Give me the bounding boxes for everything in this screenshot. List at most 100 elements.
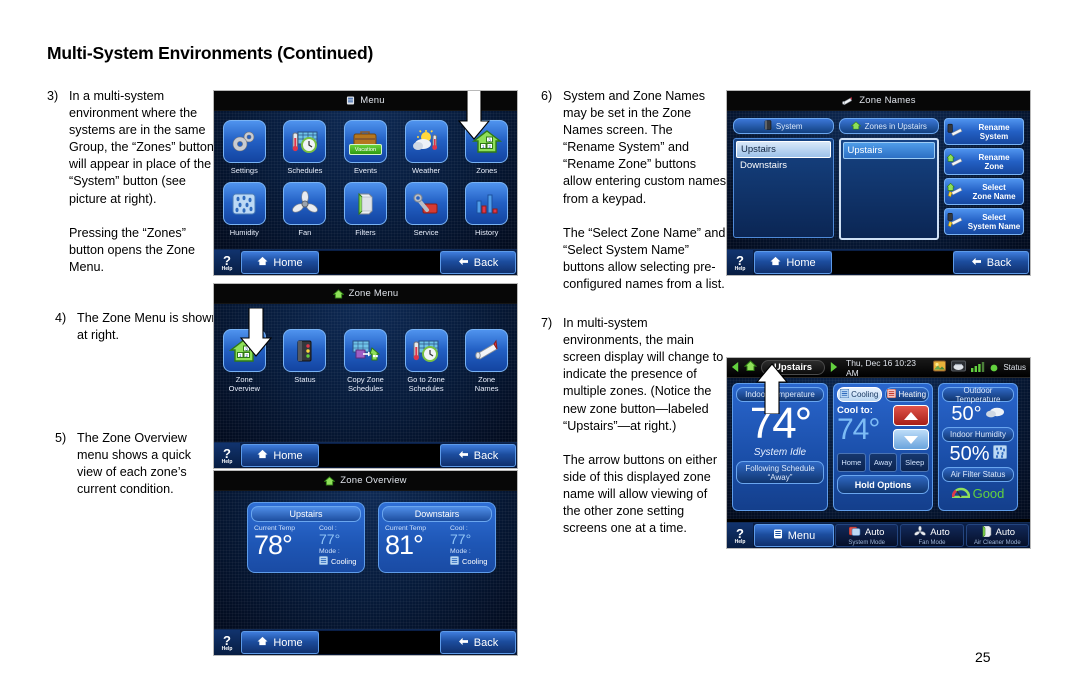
vacation-badge: Vacation [348,144,382,155]
status-icons: Status [933,359,1026,377]
select-system-name-button[interactable]: Select System Name [944,208,1024,235]
vacation-status-icon[interactable] [933,359,947,377]
help-button[interactable]: ? Help [214,250,240,275]
back-label: Back [986,256,1012,269]
system-list[interactable]: Upstairs Downstairs [733,138,834,238]
tab-heating-label: Heating [898,390,927,399]
system-mode-button[interactable]: Auto System Mode [835,524,899,547]
increase-setpoint-button[interactable] [893,405,929,426]
help-button[interactable]: ? Help [214,630,240,655]
system-column: System Upstairs Downstairs [733,118,834,240]
menu-tile-service[interactable]: Service [398,182,454,237]
right-text-column: 6) System and Zone Names may be set in t… [541,88,727,537]
equipment-icon [764,120,772,132]
menu-tile-fan[interactable]: Fan [277,182,333,237]
select-zone-name-icon [946,182,965,200]
preset-home-button[interactable]: Home [837,453,866,472]
fan-mode-button[interactable]: Auto Fan Mode [900,524,964,547]
tab-cooling[interactable]: Cooling [837,387,882,402]
zone-menu-tile-label: Zone Names [474,375,499,393]
menu-tile-events[interactable]: Vacation Events [337,120,393,175]
help-question-mark: ? [736,252,744,268]
zone-card-upstairs[interactable]: Upstairs Current Temp 78° Cool : 77° Mod… [247,502,365,573]
menu-tile-humidity[interactable]: Humidity [216,182,272,237]
screenshot-zone-menu: Zone Menu 3 1 2 Zone Overview Status Cop… [213,283,518,469]
help-button[interactable]: ? Help [727,523,753,548]
system-header: System [733,118,834,134]
status-label: Status [1003,363,1026,372]
tab-heating[interactable]: Heating [884,387,929,402]
schedule-icon [283,120,327,163]
list-item-number: 5) [55,431,67,446]
menu-tile-label: Service [413,228,439,237]
system-mode-icon [848,526,861,540]
home-button[interactable]: Home [754,251,832,274]
back-button[interactable]: Back [440,251,516,274]
menu-button[interactable]: Menu [754,524,834,547]
back-button[interactable]: Back [953,251,1029,274]
menu-grid-row-2: Humidity Fan Filters Service History [214,175,517,237]
menu-tile-label: Fan [298,228,312,237]
outdoor-temperature-row: 50° [942,403,1014,425]
menu-tile-label: Humidity [229,228,259,237]
system-mode-value: Auto [864,527,885,538]
list-item: 3) In a multi-system environment where t… [47,88,219,208]
schedule-line-2: “Away” [767,472,793,482]
menu-icon [346,96,355,105]
following-schedule-button[interactable]: Following Schedule “Away” [736,461,824,484]
zone-menu-tile-status[interactable]: Status [277,329,333,393]
zone-names-title: Zone Names [859,95,916,106]
zone-menu-tile-go-to-zone-schedules[interactable]: Go to Zone Schedules [398,329,454,393]
menu-tile-history[interactable]: History [459,182,515,237]
list-item[interactable]: Upstairs [842,142,935,159]
preset-buttons: Home Away Sleep [837,453,930,472]
list-item: The arrow buttons on either side of this… [541,452,727,537]
setpoint-control-panel[interactable]: Cooling Heating Cool to: 74° Home Away S… [833,383,933,511]
home-button[interactable]: Home [241,444,319,467]
clean-status-icon[interactable] [951,359,967,377]
home-button[interactable]: Home [241,631,319,654]
suitcase-icon: Vacation [343,120,387,163]
preset-away-button[interactable]: Away [868,453,898,472]
help-button[interactable]: ? Help [214,443,240,468]
system-header-label: System [775,121,803,131]
list-item[interactable]: Upstairs [736,141,831,158]
home-label: Home [273,636,303,649]
help-label: Help [221,265,233,272]
zone-card-downstairs[interactable]: Downstairs Current Temp 81° Cool : 77° M… [378,502,496,573]
tab-cooling-label: Cooling [851,390,879,399]
zone-mode: Cooling [318,555,359,567]
menu-tile-schedules[interactable]: Schedules [277,120,333,175]
menu-tile-settings[interactable]: Settings [216,120,272,175]
home-button[interactable]: Home [241,251,319,274]
zone-current-temp: 81° [385,530,424,560]
hold-options-button[interactable]: Hold Options [837,475,929,494]
preset-sleep-button[interactable]: Sleep [900,453,930,472]
rename-zone-button[interactable]: Rename Zone [944,148,1024,175]
menu-tile-weather[interactable]: Weather [398,120,454,175]
zone-prev-arrow-icon[interactable] [731,359,740,377]
help-button[interactable]: ? Help [727,250,753,275]
select-zone-name-button[interactable]: Select Zone Name [944,178,1024,205]
list-item-text: The Zone Menu is shown at right. [77,310,219,343]
house-icon [324,475,336,486]
system-mode-label: System Mode [848,539,885,546]
rename-system-button[interactable]: Rename System [944,118,1024,145]
list-item: 5) The Zone Overview menu shows a quick … [47,430,219,498]
menu-label: Menu [787,529,816,542]
air-cleaner-mode-button[interactable]: Auto Air Cleaner Mode [965,524,1029,547]
zone-next-arrow-icon[interactable] [829,359,838,377]
decrease-setpoint-button[interactable] [893,429,929,450]
environment-panel[interactable]: Outdoor Temperature 50° Indoor Humidity … [938,383,1018,511]
zone-menu-tile-copy-zone-schedules[interactable]: Copy Zone Schedules [337,329,393,393]
help-label: Help [221,645,233,652]
back-button[interactable]: Back [440,444,516,467]
cloud-icon [985,405,1005,423]
zone-menu-tile-zone-names[interactable]: Zone Names [459,329,515,393]
zone-list[interactable]: Upstairs [838,138,939,240]
menu-tile-filters[interactable]: Filters [337,182,393,237]
back-button[interactable]: Back [440,631,516,654]
list-item[interactable]: Downstairs [736,158,831,173]
arrow-left-icon [458,257,469,269]
menu-tile-label: Weather [411,166,441,175]
